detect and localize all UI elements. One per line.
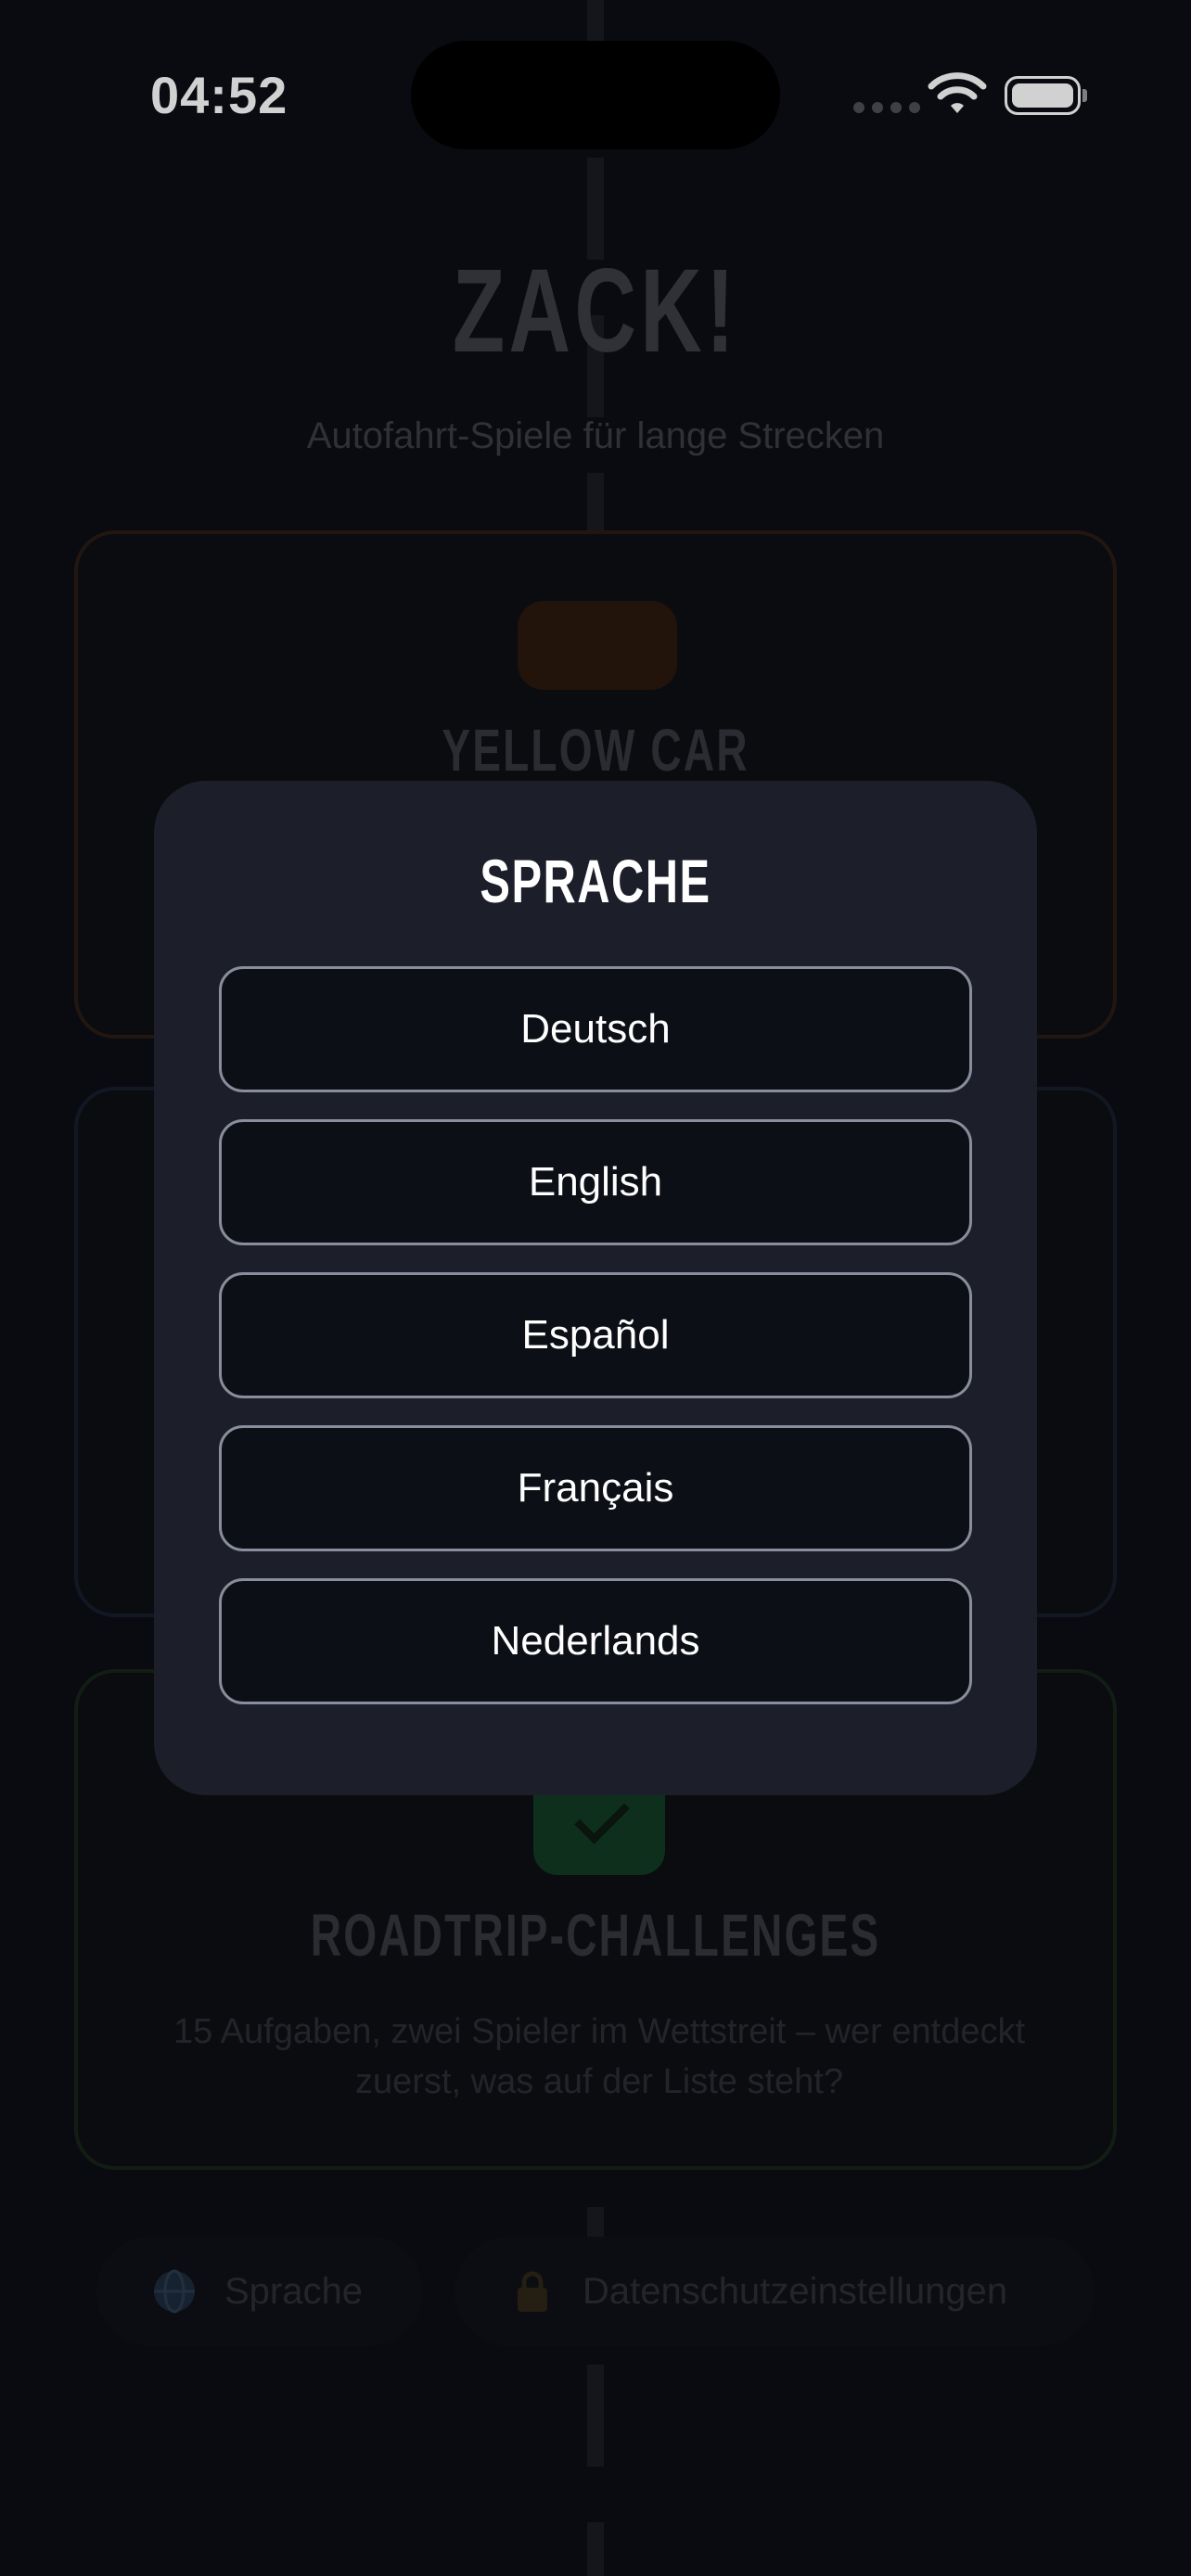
language-option-deutsch[interactable]: Deutsch <box>219 966 972 1092</box>
app-screen: 04:52 ZACK! Autofahrt-Spiele für lange S… <box>0 0 1191 2576</box>
language-option-nederlands[interactable]: Nederlands <box>219 1578 972 1704</box>
dialog-title: SPRACHE <box>480 847 711 915</box>
language-dialog: SPRACHE Deutsch English Español Français… <box>154 781 1037 1795</box>
language-option-english[interactable]: English <box>219 1119 972 1245</box>
language-option-espanol[interactable]: Español <box>219 1272 972 1398</box>
language-option-francais[interactable]: Français <box>219 1425 972 1551</box>
